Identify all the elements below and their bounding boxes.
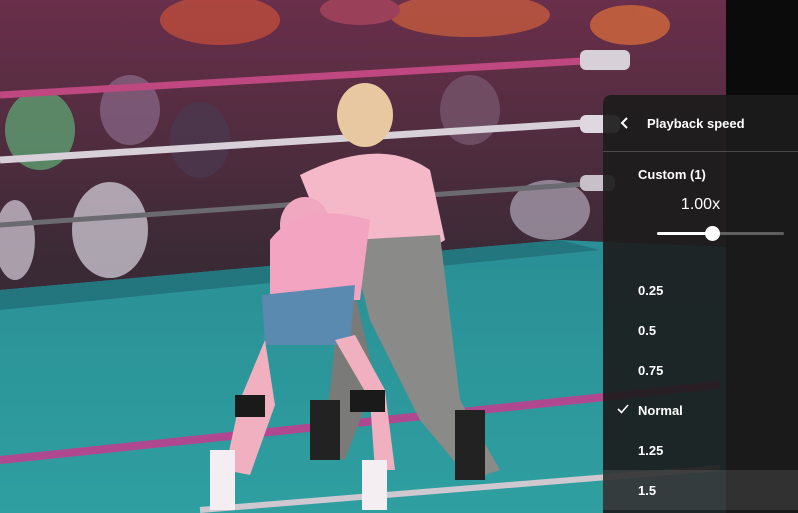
- slider-thumb[interactable]: [704, 226, 720, 241]
- speed-option[interactable]: 0.75: [603, 350, 798, 390]
- custom-speed-option[interactable]: Custom (1): [603, 152, 798, 196]
- speed-slider[interactable]: [657, 218, 784, 248]
- speed-option[interactable]: 0.25: [603, 270, 798, 310]
- menu-title: Playback speed: [647, 115, 745, 131]
- speed-option[interactable]: 0.5: [603, 310, 798, 350]
- speed-option-label: 1.5: [638, 482, 657, 498]
- playback-speed-menu: Playback speed Custom (1) 1.00x 0.25 0.5 0…: [603, 95, 798, 513]
- speed-option[interactable]: 1.5: [603, 470, 798, 510]
- speed-option-label: 0.25: [638, 282, 664, 298]
- speed-option-label: 0.5: [638, 322, 657, 338]
- menu-header: Playback speed: [603, 95, 798, 152]
- speed-option[interactable]: Normal: [603, 390, 798, 430]
- speed-value: 1.00x: [680, 196, 721, 213]
- speed-options-list: 0.25 0.5 0.75 Normal 1.25 1.5: [603, 270, 798, 510]
- slider-fill: [657, 232, 712, 235]
- custom-speed-label: Custom (1): [638, 166, 706, 182]
- back-button[interactable]: [603, 95, 647, 151]
- speed-option-label: 1.25: [638, 442, 664, 458]
- speed-option-label: Normal: [638, 402, 683, 418]
- speed-option[interactable]: 1.25: [603, 430, 798, 470]
- chevron-left-icon: [620, 117, 628, 129]
- speed-option-label: 0.75: [638, 362, 664, 378]
- checkmark-icon: [617, 404, 629, 414]
